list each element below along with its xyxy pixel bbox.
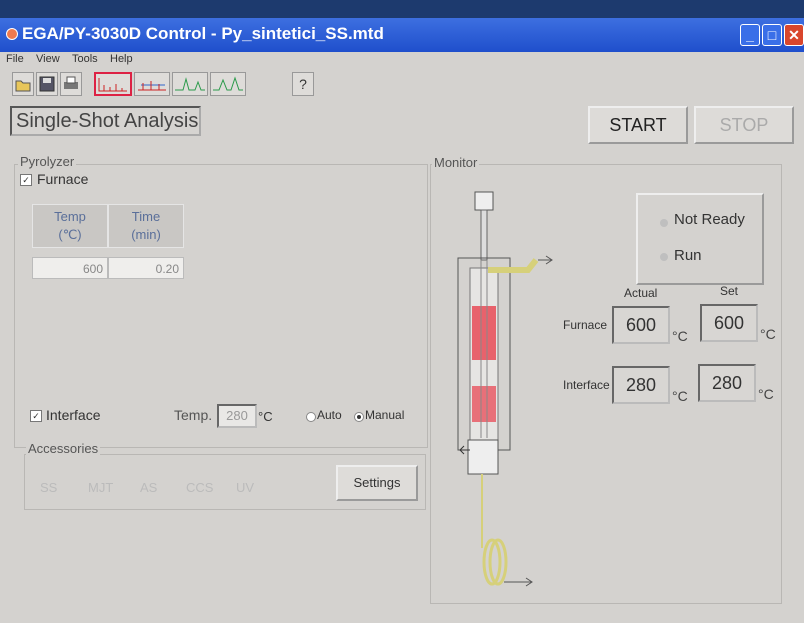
interface-heater xyxy=(472,386,496,422)
chromatogram-icon[interactable] xyxy=(172,72,208,96)
open-file-icon[interactable] xyxy=(12,72,34,96)
accessory-as[interactable]: AS xyxy=(140,480,157,495)
furnace-checkbox[interactable]: ✓ xyxy=(20,174,32,186)
actual-header: Actual xyxy=(624,286,658,300)
menu-bar: File View Tools Help xyxy=(0,52,804,68)
furnace-actual-unit: °C xyxy=(672,328,688,344)
run-indicator xyxy=(660,253,668,261)
interface-checkbox[interactable]: ✓ xyxy=(30,410,42,422)
accessory-ss[interactable]: SS xyxy=(40,480,57,495)
window-title: EGA/PY-3030D Control - Py_sintetici_SS.m… xyxy=(22,24,384,43)
furnace-profile-icon[interactable] xyxy=(94,72,132,96)
accessory-mjt[interactable]: MJT xyxy=(88,480,113,495)
menu-view[interactable]: View xyxy=(36,53,60,65)
interface-actual-value: 280 xyxy=(612,366,670,404)
stop-button[interactable]: STOP xyxy=(694,106,794,144)
close-button[interactable]: ✕ xyxy=(784,24,804,46)
pyrolyzer-group-label: Pyrolyzer xyxy=(18,154,77,169)
toolbar: ? xyxy=(0,70,804,98)
set-header: Set xyxy=(720,284,739,298)
furnace-actual-value: 600 xyxy=(612,306,670,344)
analysis-mode-title: Single-Shot Analysis xyxy=(10,106,201,136)
time-header-label: Time xyxy=(131,209,161,224)
start-button[interactable]: START xyxy=(588,106,688,144)
interface-actual-unit: °C xyxy=(672,388,688,404)
settings-button[interactable]: Settings xyxy=(336,465,418,501)
interface-label: Interface xyxy=(46,407,101,423)
temp-cell[interactable]: 600 xyxy=(32,257,108,279)
status-panel: Not Ready Run xyxy=(636,193,764,285)
auto-radio[interactable] xyxy=(306,412,316,422)
furnace-label: Furnace xyxy=(37,171,89,187)
furnace-heater xyxy=(472,306,496,360)
menu-file[interactable]: File xyxy=(6,53,24,65)
menu-help[interactable]: Help xyxy=(110,53,133,65)
run-label: Run xyxy=(674,247,702,264)
furnace-set-value: 600 xyxy=(700,304,758,342)
interface-temp-unit: °C xyxy=(258,409,273,424)
interface-temp-input[interactable]: 280 xyxy=(217,404,257,428)
pyrolyzer-diagram xyxy=(457,191,553,587)
not-ready-label: Not Ready xyxy=(674,211,745,228)
minimize-button[interactable]: _ xyxy=(740,24,760,46)
print-icon[interactable] xyxy=(60,72,82,96)
monitor-group-label: Monitor xyxy=(432,155,480,170)
manual-radio[interactable] xyxy=(354,412,364,422)
accessory-ccs[interactable]: CCS xyxy=(186,480,213,495)
auto-label: Auto xyxy=(317,408,342,422)
manual-label: Manual xyxy=(365,408,405,422)
menu-tools[interactable]: Tools xyxy=(72,53,98,65)
interface-set-value: 280 xyxy=(698,364,756,402)
accessories-group-label: Accessories xyxy=(26,441,101,456)
app-icon[interactable] xyxy=(6,28,18,40)
interface-set-unit: °C xyxy=(758,386,774,402)
accessory-uv[interactable]: UV xyxy=(236,480,254,495)
app-window: EGA/PY-3030D Control - Py_sintetici_SS.m… xyxy=(0,18,804,623)
temp-column-header: Temp (℃) xyxy=(32,204,108,248)
title-bar: EGA/PY-3030D Control - Py_sintetici_SS.m… xyxy=(0,18,804,52)
save-icon[interactable] xyxy=(36,72,58,96)
maximize-button[interactable]: □ xyxy=(762,24,782,46)
multi-step-icon[interactable] xyxy=(134,72,170,96)
not-ready-indicator xyxy=(660,219,668,227)
interface-temp-label: Temp. xyxy=(174,407,213,423)
furnace-set-unit: °C xyxy=(760,326,776,342)
time-header-unit: (min) xyxy=(131,227,161,242)
thermogram-icon[interactable] xyxy=(210,72,246,96)
monitor-interface-label: Interface xyxy=(563,378,610,392)
temp-header-unit: (℃) xyxy=(58,227,82,242)
time-cell[interactable]: 0.20 xyxy=(108,257,184,279)
time-column-header: Time (min) xyxy=(108,204,184,248)
temp-header-label: Temp xyxy=(54,209,86,224)
help-icon[interactable]: ? xyxy=(292,72,314,96)
monitor-furnace-label: Furnace xyxy=(563,318,608,332)
